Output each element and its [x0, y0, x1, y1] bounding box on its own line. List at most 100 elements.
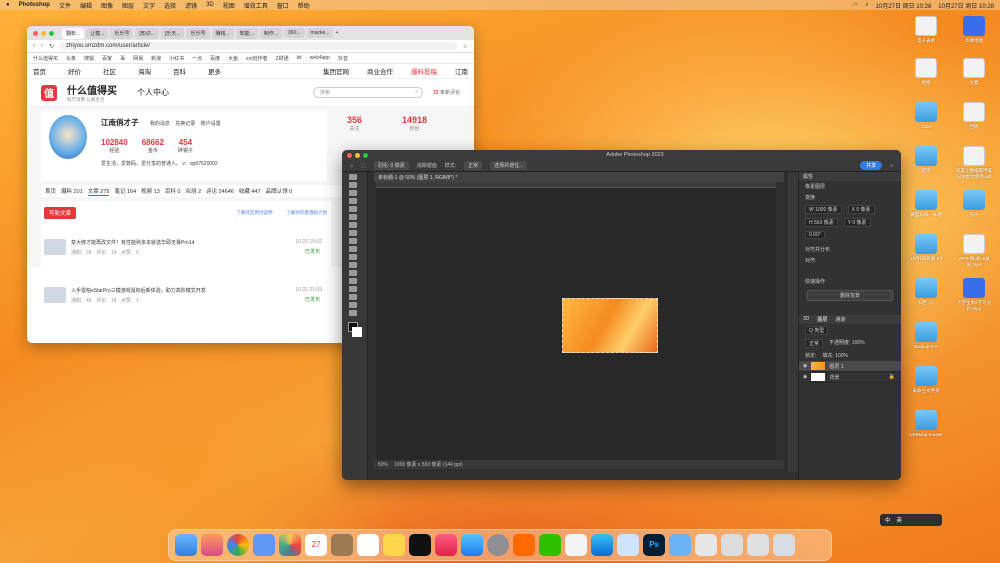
textedit-icon[interactable] — [565, 534, 587, 556]
document-tab[interactable]: 未标题-1 @ 50% (图层 1, RGB/8*) * — [374, 172, 784, 182]
menu-image[interactable]: 图像 — [101, 1, 113, 10]
select-mask-button[interactable]: 选择并遮住... — [490, 161, 528, 170]
x-field[interactable]: X 0 像素 — [847, 205, 875, 214]
desktop-icon[interactable]: 2020 — [906, 102, 946, 129]
followers-count[interactable]: 356 — [347, 115, 362, 125]
apple-icon[interactable]: ● — [6, 2, 10, 8]
layer-row[interactable]: ◉ 背景 🔒 — [799, 372, 901, 383]
bookmark-item[interactable]: 头条 — [66, 55, 76, 62]
desktop-icon[interactable]: WPS 和office录屏.mp4 — [954, 234, 994, 268]
minimize-window-button[interactable] — [355, 152, 360, 158]
tab-notes[interactable]: 笔记 164 — [114, 187, 136, 195]
menu-help[interactable]: 帮助 — [298, 1, 310, 10]
background-color-swatch[interactable] — [352, 327, 362, 337]
app-store-icon[interactable] — [461, 534, 483, 556]
nav-community[interactable]: 社区 — [103, 66, 116, 76]
zoom-window-button[interactable] — [363, 152, 368, 158]
desktop-icon[interactable]: 高德地图 — [954, 16, 994, 44]
zoom-window-button[interactable] — [49, 30, 54, 36]
browser-tab[interactable]: [知识... — [135, 27, 159, 39]
stamp-tool-icon[interactable] — [349, 238, 357, 244]
tab-articles[interactable]: 文章 279 — [87, 187, 110, 196]
menu-layer[interactable]: 图层 — [122, 1, 134, 10]
link-messages[interactable]: 我的消息 — [150, 121, 170, 127]
tab-brands[interactable]: 品牌认领 0 — [266, 187, 293, 195]
menu-3d[interactable]: 3D — [206, 2, 214, 8]
menu-edit[interactable]: 编辑 — [80, 1, 92, 10]
document-stack-icon[interactable] — [721, 534, 743, 556]
browser-tab[interactable]: 翻新... — [62, 27, 85, 39]
new-tab-icon[interactable]: + — [335, 30, 338, 36]
music-icon[interactable] — [435, 534, 457, 556]
bookmark-item[interactable]: 网易 — [133, 55, 143, 62]
y-field[interactable]: Y 0 像素 — [843, 218, 871, 227]
bookmark-item[interactable]: 搜狐 — [84, 55, 94, 62]
bookmark-item[interactable]: 大鱼 — [228, 55, 238, 62]
desktop-icon[interactable]: USBMap-master — [906, 410, 946, 437]
photoshop-icon[interactable]: Ps — [643, 534, 665, 556]
tv-icon[interactable] — [409, 534, 431, 556]
nav-deals[interactable]: 好价 — [68, 66, 81, 76]
reminders-icon[interactable] — [357, 534, 379, 556]
ime-english[interactable]: 英 — [897, 516, 903, 524]
browser-tab[interactable]: 知能... — [235, 27, 258, 39]
eyedropper-icon[interactable] — [349, 214, 357, 220]
bookmark-item[interactable]: 新浪 — [151, 55, 161, 62]
downloads-folder-icon[interactable] — [669, 534, 691, 556]
list-item[interactable]: 入手雷柏eStarPro三模游戏鼠标后新体验，助力高阶模式开发 通知：46 · … — [44, 287, 324, 317]
creator-plan-link[interactable]: 了解创作者激励计划 — [287, 210, 328, 216]
chrome-icon[interactable] — [227, 534, 249, 556]
opacity-field[interactable]: 不透明度: 100% — [829, 339, 865, 348]
bookmark-item[interactable]: web4app — [310, 55, 330, 61]
eye-icon[interactable]: ◉ — [803, 363, 807, 369]
reload-icon[interactable]: ↻ — [49, 43, 54, 50]
ime-chinese[interactable]: 中 — [885, 516, 891, 524]
search-icon[interactable]: ⌕ — [415, 89, 418, 95]
pen-tool-icon[interactable] — [349, 270, 357, 276]
bookmark-item[interactable]: Z财通 — [276, 55, 289, 62]
width-field[interactable]: W 1000 像素 — [805, 205, 842, 214]
menu-type[interactable]: 文字 — [143, 1, 155, 10]
antialias-checkbox[interactable]: 消除锯齿 — [417, 162, 437, 169]
nav-home[interactable]: 首页 — [33, 66, 46, 76]
write-article-button[interactable]: 写新文章 — [44, 207, 77, 219]
nav-submit[interactable]: 爆料投稿 — [411, 66, 437, 76]
browser-tab[interactable]: [乐天... — [160, 27, 185, 39]
browser-tab[interactable]: 让模... — [86, 27, 109, 39]
bookmark-item[interactable]: zol创作者 — [246, 55, 267, 62]
bookmark-item[interactable]: 百家 — [102, 55, 112, 62]
marquee-tool-icon[interactable] — [349, 182, 357, 188]
desktop-icon[interactable]: 归档 (1) — [906, 278, 946, 306]
height-field[interactable]: H 563 像素 — [805, 218, 838, 227]
bookmark-item[interactable]: 百度 — [210, 55, 220, 62]
share-button[interactable]: 共享 — [860, 161, 883, 170]
photos-icon[interactable] — [279, 534, 301, 556]
magic-wand-icon[interactable] — [349, 198, 357, 204]
trash-icon[interactable] — [773, 534, 795, 556]
desktop-icon[interactable]: 未命名文件夹 — [906, 366, 946, 394]
menu-window[interactable]: 窗口 — [277, 1, 289, 10]
back-icon[interactable]: ‹ — [33, 43, 35, 49]
angle-field[interactable]: 0.00° — [805, 231, 825, 239]
clock-1[interactable]: 10月27日 周日 10:28 — [876, 1, 932, 10]
url-field[interactable]: zhiyou.smzdm.com/user/article/ — [60, 42, 457, 50]
list-item[interactable]: 变大修才能再改文件！有性能熟多本就选华硕无畏Pro14 通知：26 · 评论：1… — [44, 239, 324, 269]
desktop-icon[interactable]: 原始 — [906, 58, 946, 86]
home-icon[interactable]: ⌂ — [350, 163, 353, 169]
nav-group[interactable]: 集团官网 — [323, 66, 349, 76]
crop-tool-icon[interactable] — [349, 206, 357, 212]
close-window-button[interactable] — [33, 30, 38, 36]
menu-file[interactable]: 文件 — [59, 1, 71, 10]
search-input[interactable]: 搜索 ⌕ — [313, 87, 424, 98]
desktop-icon[interactable]: 文稿 — [954, 58, 994, 86]
bookmark-item[interactable]: kit — [297, 55, 302, 61]
launchpad-icon[interactable] — [201, 534, 223, 556]
menu-select[interactable]: 选择 — [164, 1, 176, 10]
community-info-link[interactable]: 了解社区原创说明 — [237, 210, 273, 216]
app-menu[interactable]: Photoshop — [19, 2, 50, 8]
contacts-icon[interactable] — [331, 534, 353, 556]
bookmark-item[interactable]: 毒 — [120, 55, 125, 62]
tab-3d[interactable]: 3D — [803, 316, 809, 323]
maps-icon[interactable] — [253, 534, 275, 556]
article-title[interactable]: 入手雷柏eStarPro三模游戏鼠标后新体验，助力高阶模式开发 — [71, 287, 206, 294]
